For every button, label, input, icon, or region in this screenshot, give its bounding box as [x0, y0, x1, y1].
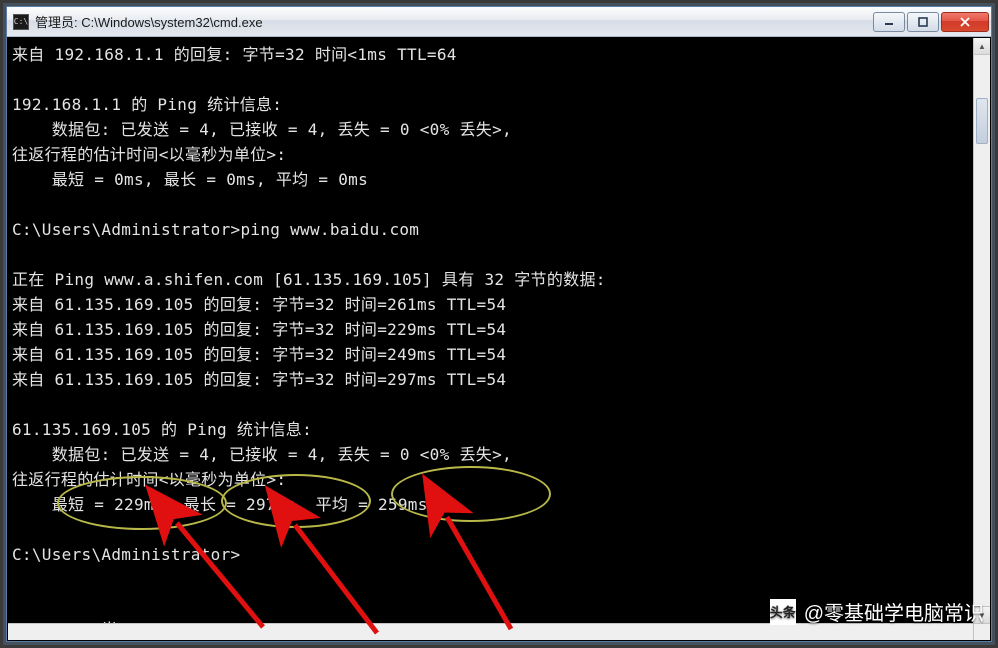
- cmd-icon: C:\: [13, 14, 29, 30]
- scroll-down-button[interactable]: ▼: [974, 606, 990, 623]
- console-output[interactable]: 来自 192.168.1.1 的回复: 字节=32 时间<1ms TTL=64 …: [8, 38, 973, 623]
- scroll-thumb[interactable]: [976, 98, 988, 144]
- scrollbar-corner: [973, 623, 990, 640]
- vertical-scrollbar[interactable]: ▲ ▼: [973, 38, 990, 623]
- minimize-button[interactable]: [873, 12, 905, 32]
- close-button[interactable]: [941, 12, 989, 32]
- maximize-button[interactable]: [907, 12, 939, 32]
- horizontal-scrollbar[interactable]: [8, 623, 973, 640]
- cmd-window: C:\ 管理员: C:\Windows\system32\cmd.exe 来自 …: [6, 6, 992, 642]
- window-controls: [871, 12, 989, 32]
- window-title: 管理员: C:\Windows\system32\cmd.exe: [35, 12, 871, 31]
- scroll-up-button[interactable]: ▲: [974, 38, 990, 55]
- titlebar[interactable]: C:\ 管理员: C:\Windows\system32\cmd.exe: [7, 7, 991, 37]
